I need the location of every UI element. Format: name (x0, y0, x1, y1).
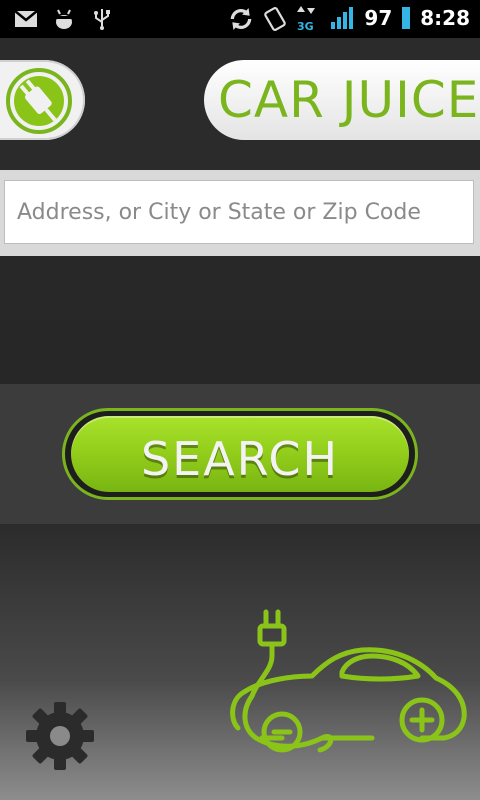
gmail-icon (14, 7, 38, 31)
sync-icon (228, 6, 252, 30)
search-button[interactable]: SEARCH (62, 408, 418, 500)
clock: 8:28 (420, 6, 470, 30)
search-button-face: SEARCH (71, 416, 409, 492)
status-bar: 3G 97 8:28 (0, 0, 480, 38)
3g-data-icon: 3G (296, 6, 320, 33)
settings-button[interactable] (22, 698, 98, 774)
electric-car-illustration (230, 609, 467, 753)
gear-icon (26, 702, 94, 770)
app-logo (0, 60, 85, 140)
svg-text:3G: 3G (297, 20, 314, 32)
app-header: CAR JUICE (0, 38, 480, 170)
android-debug-icon (52, 7, 76, 31)
screen-rotate-icon (262, 6, 287, 31)
battery-level: 97 (364, 6, 393, 30)
signal-icon (330, 6, 354, 30)
battery-icon (402, 7, 411, 29)
search-area (0, 170, 480, 256)
search-button-label: SEARCH (140, 432, 340, 486)
app-title: CAR JUICE (218, 71, 480, 129)
search-button-area: SEARCH (0, 384, 480, 524)
address-search-input[interactable] (4, 180, 474, 244)
plug-icon (6, 68, 72, 134)
brand-banner: CAR JUICE (204, 60, 480, 140)
usb-icon (90, 7, 114, 31)
